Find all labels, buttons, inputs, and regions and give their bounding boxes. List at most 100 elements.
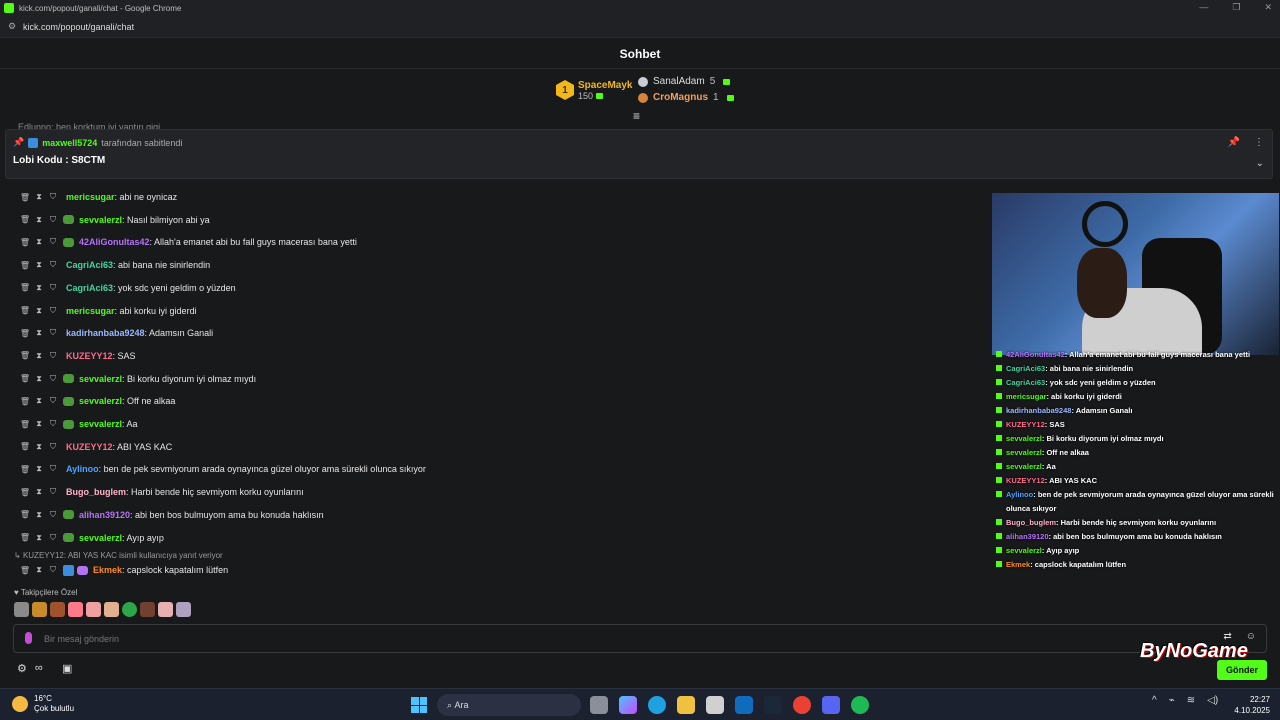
timeout-icon[interactable]: ⧗ — [32, 565, 46, 575]
delete-icon[interactable]: 🗑 — [18, 397, 32, 406]
url-text[interactable]: kick.com/popout/ganali/chat — [23, 22, 134, 32]
emote-laugh-icon[interactable] — [104, 602, 119, 617]
chat-username[interactable]: 42AliGonultas42 — [79, 237, 150, 247]
delete-icon[interactable]: 🗑 — [18, 193, 32, 202]
chat-composer[interactable]: ⇄ ☺ — [13, 624, 1267, 653]
delete-icon[interactable]: 🗑 — [18, 510, 32, 519]
chat-message[interactable]: 🗑 ⧗ ⛉ mericsugar: abi korku iyi giderdi — [18, 303, 197, 319]
chat-username[interactable]: mericsugar — [66, 192, 115, 202]
infinity-icon[interactable]: ∞ — [35, 662, 43, 675]
ban-icon[interactable]: ⛉ — [46, 396, 60, 406]
ban-icon[interactable]: ⛉ — [46, 565, 60, 575]
ban-icon[interactable]: ⛉ — [46, 419, 60, 429]
leaderboard-first[interactable]: 1 SpaceMayk 150 — [556, 80, 632, 101]
timeout-icon[interactable]: ⧗ — [32, 351, 46, 361]
emote-face-icon[interactable] — [50, 602, 65, 617]
chat-message[interactable]: 🗑 ⧗ ⛉ mericsugar: abi ne oynicaz — [18, 189, 177, 205]
delete-icon[interactable]: 🗑 — [18, 215, 32, 224]
timeout-icon[interactable]: ⧗ — [32, 533, 46, 543]
chat-message[interactable]: 🗑 ⧗ ⛉ kadirhanbaba9248: Adamsın Ganali — [18, 325, 213, 341]
network-icon[interactable]: ⌁ — [1169, 695, 1175, 706]
timeout-icon[interactable]: ⧗ — [32, 374, 46, 384]
timeout-icon[interactable]: ⧗ — [32, 464, 46, 474]
delete-icon[interactable]: 🗑 — [18, 488, 32, 497]
chat-username[interactable]: CagriAci63 — [66, 260, 113, 270]
delete-icon[interactable]: 🗑 — [18, 238, 32, 247]
chat-username[interactable]: Aylinoo — [66, 464, 99, 474]
address-bar[interactable]: ⚙ kick.com/popout/ganali/chat — [0, 16, 1280, 38]
timeout-icon[interactable]: ⧗ — [32, 396, 46, 406]
chrome-icon[interactable] — [793, 696, 811, 714]
chat-input[interactable] — [44, 631, 1194, 647]
wifi-icon[interactable]: ≋ — [1187, 695, 1195, 706]
delete-icon[interactable]: 🗑 — [18, 329, 32, 338]
chat-username[interactable]: kadirhanbaba9248 — [66, 328, 145, 338]
site-info-icon[interactable]: ⚙ — [8, 21, 18, 32]
ban-icon[interactable]: ⛉ — [46, 306, 60, 316]
taskbar-clock[interactable]: 22:27 4.10.2025 — [1230, 694, 1270, 716]
copilot-icon[interactable] — [619, 696, 637, 714]
chat-message[interactable]: 🗑 ⧗ ⛉ CagriAci63: yok sdc yeni geldim o yüz… — [18, 280, 236, 296]
chat-message[interactable]: 🗑 ⧗ ⛉ sevvalerzl: Nasıl bilmiyon abi ya — [18, 212, 210, 228]
delete-icon[interactable]: 🗑 — [18, 442, 32, 451]
ban-icon[interactable]: ⛉ — [46, 487, 60, 497]
emote-dance-icon[interactable] — [176, 602, 191, 617]
delete-icon[interactable]: 🗑 — [18, 465, 32, 474]
emote-dog-icon[interactable] — [32, 602, 47, 617]
chat-message[interactable]: 🗑 ⧗ ⛉ Aylinoo: ben de pek sevmiyorum arada … — [18, 461, 426, 477]
pinned-by-user[interactable]: maxwell5724 — [42, 138, 97, 148]
delete-icon[interactable]: 🗑 — [18, 261, 32, 270]
chat-message[interactable]: 🗑 ⧗ ⛉ KUZEYY12: SAS — [18, 348, 136, 364]
delete-icon[interactable]: 🗑 — [18, 566, 32, 575]
store-app-icon[interactable] — [706, 696, 724, 714]
scroll-down-icon[interactable]: ≡ — [633, 110, 640, 122]
timeout-icon[interactable]: ⧗ — [32, 442, 46, 452]
task-view-icon[interactable] — [590, 696, 608, 714]
ban-icon[interactable]: ⛉ — [46, 260, 60, 270]
close-icon[interactable]: ✕ — [1264, 2, 1272, 13]
chat-username[interactable]: sevvalerzl — [79, 396, 122, 406]
chat-message[interactable]: 🗑 ⧗ ⛉ Ekmek : capslock kapatalım lütfen — [18, 562, 228, 578]
file-explorer-icon[interactable] — [677, 696, 695, 714]
chat-username[interactable]: alihan39120 — [79, 510, 130, 520]
chat-message[interactable]: 🗑 ⧗ ⛉ alihan39120: abi ben bos bulmuyom ama… — [18, 507, 324, 523]
restore-icon[interactable]: ❐ — [1232, 2, 1240, 13]
ban-icon[interactable]: ⛉ — [46, 351, 60, 361]
chat-message[interactable]: 🗑 ⧗ ⛉ sevvalerzl: Ayıp ayıp — [18, 530, 164, 546]
weather-widget[interactable]: 16°C Çok bulutlu — [12, 694, 74, 714]
emote-cat-icon[interactable] — [14, 602, 29, 617]
chat-username[interactable]: Ekmek — [93, 565, 122, 575]
timeout-icon[interactable]: ⧗ — [32, 192, 46, 202]
emote-heart-icon[interactable] — [68, 602, 83, 617]
timeout-icon[interactable]: ⧗ — [32, 487, 46, 497]
ban-icon[interactable]: ⛉ — [46, 328, 60, 338]
chevron-down-icon[interactable]: ⌄ — [1256, 158, 1264, 169]
delete-icon[interactable]: 🗑 — [18, 306, 32, 315]
ban-icon[interactable]: ⛉ — [46, 237, 60, 247]
timeout-icon[interactable]: ⧗ — [32, 283, 46, 293]
steam-icon[interactable] — [764, 696, 782, 714]
settings-icon[interactable]: ⚙ — [17, 662, 27, 675]
unpin-icon[interactable]: 📌 — [1228, 137, 1240, 148]
timeout-icon[interactable]: ⧗ — [32, 237, 46, 247]
emote-whatsapp-icon[interactable] — [122, 602, 137, 617]
chat-username[interactable]: KUZEYY12 — [66, 442, 113, 452]
minimize-icon[interactable]: — — [1199, 2, 1208, 13]
emote-blush-icon[interactable] — [86, 602, 101, 617]
chat-username[interactable]: sevvalerzl — [79, 374, 122, 384]
timeout-icon[interactable]: ⧗ — [32, 215, 46, 225]
ban-icon[interactable]: ⛉ — [46, 533, 60, 543]
send-button[interactable]: Gönder — [1217, 660, 1267, 680]
discord-icon[interactable] — [822, 696, 840, 714]
chat-username[interactable]: sevvalerzl — [79, 215, 122, 225]
stream-preview[interactable] — [992, 193, 1279, 355]
chat-message[interactable]: 🗑 ⧗ ⛉ sevvalerzl: Aa — [18, 416, 138, 432]
delete-icon[interactable]: 🗑 — [18, 420, 32, 429]
delete-icon[interactable]: 🗑 — [18, 533, 32, 542]
chat-message[interactable]: 🗑 ⧗ ⛉ Bugo_buglem: Harbi bende hiç sevmiyom… — [18, 484, 304, 500]
leaderboard-third[interactable]: CroMagnus 1 — [638, 92, 734, 103]
ban-icon[interactable]: ⛉ — [46, 464, 60, 474]
chat-message[interactable]: 🗑 ⧗ ⛉ CagriAci63: abi bana nie sinirlendin — [18, 257, 210, 273]
chat-message[interactable]: 🗑 ⧗ ⛉ sevvalerzl: Off ne alkaa — [18, 393, 176, 409]
chat-message[interactable]: 🗑 ⧗ ⛉ sevvalerzl: Bi korku diyorum iyi olma… — [18, 371, 256, 387]
